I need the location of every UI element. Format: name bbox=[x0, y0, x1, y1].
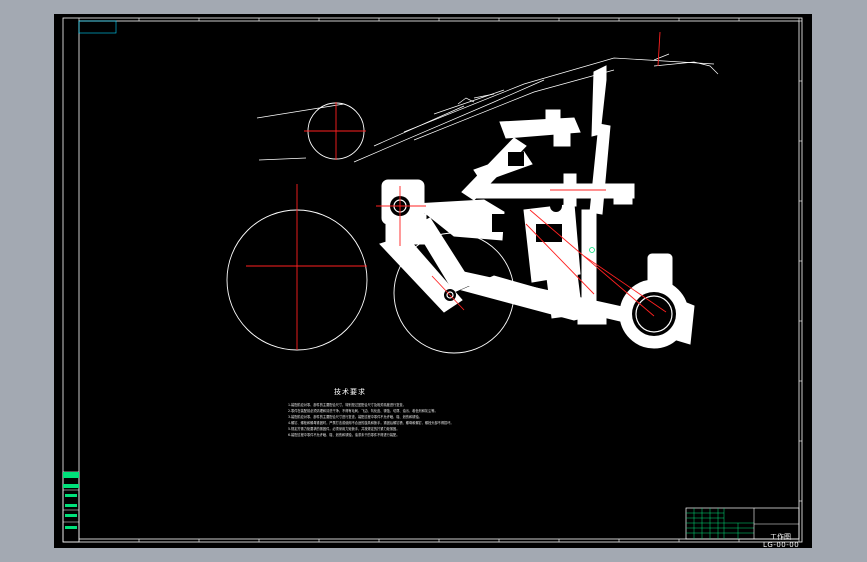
note-line: 2.零件在装配前必须清理和清洗干净，不得有毛刺、飞边、氧化皮、锈蚀、切屑、油污、… bbox=[288, 409, 438, 413]
side-label-panel bbox=[62, 471, 80, 543]
guide-lines bbox=[256, 53, 719, 163]
drawing-viewport[interactable]: 技术要求 1.装配前应对零、部件的主要配合尺寸，特别是过盈配合尺寸及相关精度进行… bbox=[54, 14, 812, 549]
drawing-sheet bbox=[62, 17, 803, 543]
technical-notes-title: 技术要求 bbox=[334, 388, 366, 396]
note-line: 1.装配前应对零、部件的主要配合尺寸，特别是过盈配合尺寸及相关精度进行复查。 bbox=[288, 403, 406, 407]
cross-member bbox=[473, 183, 635, 199]
title-block-code: LG-00-00 bbox=[763, 541, 800, 549]
note-line: 3.装配前应对零、部件的主要配合尺寸进行复查，装配过程中零件不允许磕、碰、划伤和… bbox=[288, 415, 422, 419]
note-line: 6.装配过程中零件不允许磕、碰、划伤和锈蚀，油漆未干的零件不得进行装配。 bbox=[288, 433, 400, 437]
corner-label-box bbox=[78, 20, 117, 34]
note-line: 4.螺钉、螺栓和螺母紧固时，严禁打击或使用不合适的旋具和扳手，紧固后螺钉槽、螺母… bbox=[288, 421, 454, 425]
note-line: 5.规定拧紧力矩要求的紧固件，必须采用力矩扳手，并按规定的拧紧力矩紧固。 bbox=[288, 427, 400, 431]
